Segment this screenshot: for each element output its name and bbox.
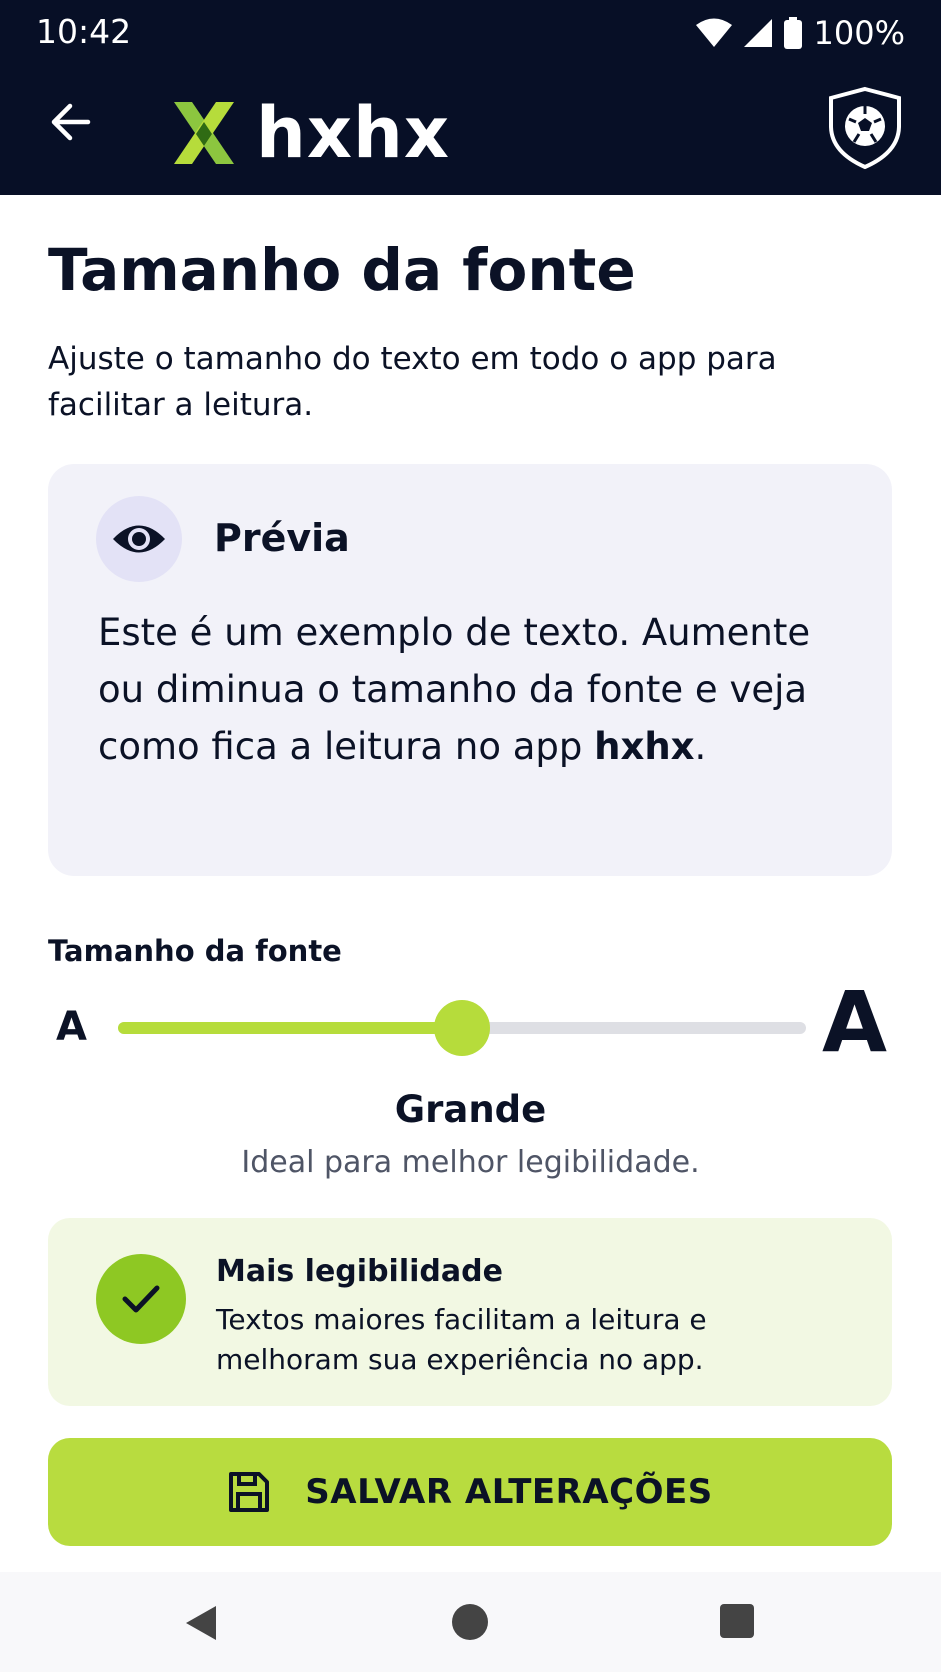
status-time: 10:42 [36, 12, 132, 51]
selected-size-description: Ideal para melhor legibilidade. [241, 1145, 700, 1180]
soccer-shield-icon [829, 86, 901, 170]
brand-name: hxhx [256, 92, 450, 174]
preview-text: Este é um exemplo de texto. Aumente ou d… [98, 604, 858, 775]
save-button-label: SALVAR ALTERAÇÕES [305, 1472, 713, 1512]
floppy-disk-icon [229, 1472, 270, 1512]
wifi-icon [695, 18, 732, 47]
back-button[interactable] [48, 100, 98, 150]
legibility-info-card: Mais legibilidade Textos maiores facilit… [48, 1218, 892, 1406]
slider-max-label: A [822, 973, 888, 1071]
profile-shield-button[interactable] [827, 86, 903, 170]
font-size-slider[interactable] [118, 1000, 806, 1056]
page-title: Tamanho da fonte [48, 236, 636, 304]
system-nav-bar [0, 1572, 941, 1672]
nav-recents-icon[interactable] [720, 1604, 754, 1638]
preview-icon-badge [96, 496, 182, 582]
arrow-left-icon [51, 103, 91, 141]
check-badge [96, 1254, 186, 1344]
preview-card: Prévia Este é um exemplo de texto. Aumen… [48, 464, 892, 876]
nav-home-icon[interactable] [452, 1604, 488, 1640]
eye-icon [113, 525, 165, 553]
preview-text-end: . [694, 725, 707, 768]
app-header: 10:42 100% hxhx [0, 0, 941, 195]
preview-text-brand: hxhx [594, 725, 695, 768]
slider-label: Tamanho da fonte [48, 934, 342, 968]
selected-size-name: Grande [394, 1088, 547, 1131]
slider-min-label: A [56, 1004, 87, 1050]
info-text: Textos maiores facilitam a leitura e mel… [216, 1303, 707, 1376]
brand-x-icon [174, 102, 234, 164]
slider-thumb[interactable] [434, 1000, 490, 1056]
check-icon [122, 1285, 160, 1313]
status-icons: 100% [695, 14, 905, 52]
preview-title: Prévia [214, 516, 350, 560]
page-subtitle: Ajuste o tamanho do texto em todo o app … [48, 341, 777, 423]
signal-icon [743, 19, 772, 47]
slider-fill [118, 1022, 462, 1034]
brand-logo: hxhx [170, 92, 450, 174]
nav-back-icon[interactable] [184, 1604, 218, 1642]
info-title: Mais legibilidade [216, 1254, 503, 1289]
save-changes-button[interactable]: SALVAR ALTERAÇÕES [48, 1438, 892, 1546]
battery-icon [783, 17, 802, 49]
battery-percentage: 100% [813, 14, 905, 52]
